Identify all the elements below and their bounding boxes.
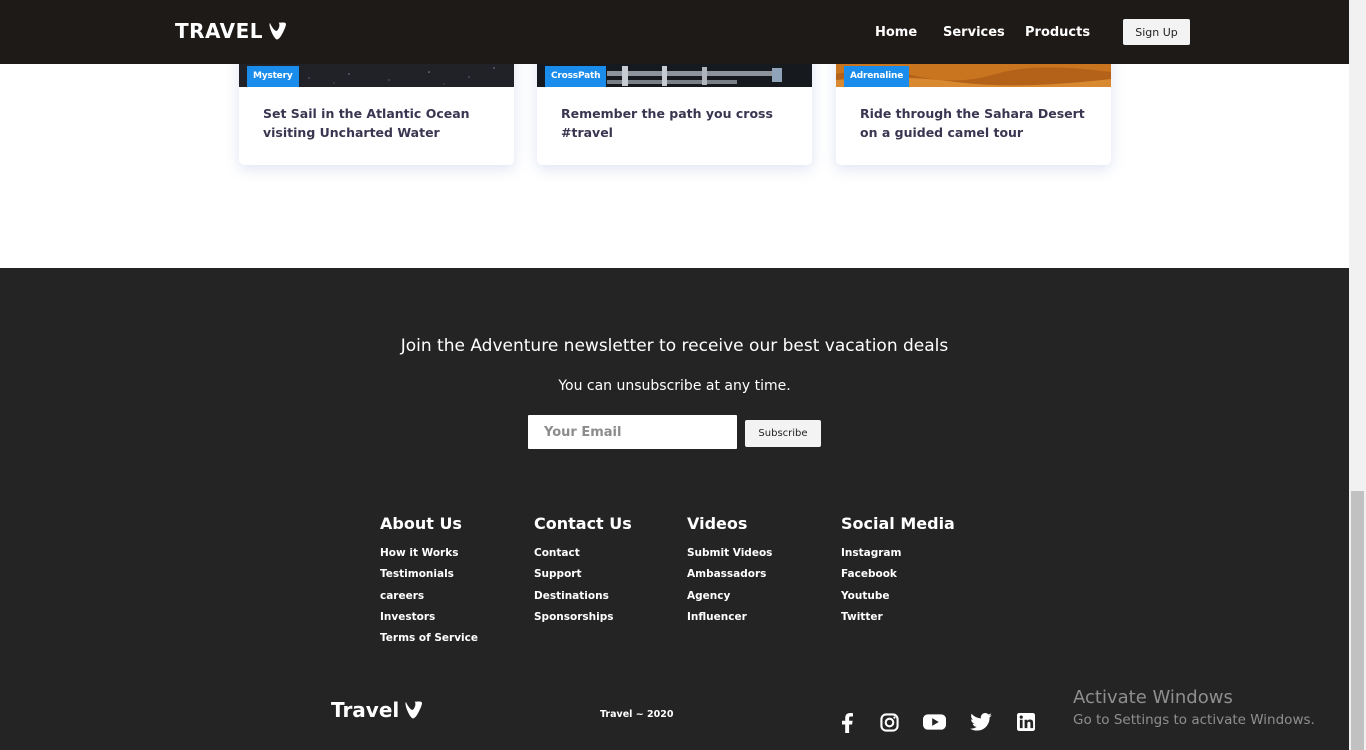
footer-link-testimonials[interactable]: Testimonials — [380, 564, 478, 585]
footer-link-support[interactable]: Support — [534, 564, 632, 585]
newsletter-heading: Join the Adventure newsletter to receive… — [400, 336, 949, 356]
brand-name: TRAVEL — [175, 19, 264, 43]
sign-up-button[interactable]: Sign Up — [1123, 19, 1190, 45]
footer-brand-name: Travel — [331, 698, 400, 722]
nav-services-link[interactable]: Services — [943, 25, 1005, 40]
footer-link-facebook[interactable]: Facebook — [841, 564, 955, 585]
footer-link-contact[interactable]: Contact — [534, 543, 632, 564]
card-title[interactable]: Remember the path you cross #travel — [561, 104, 801, 142]
linkedin-icon[interactable] — [1017, 713, 1035, 731]
footer-column-title: About Us — [380, 514, 462, 533]
subscribe-button[interactable]: Subscribe — [745, 420, 821, 447]
activation-subtitle: Go to Settings to activate Windows. — [1073, 712, 1315, 728]
footer-link-ambassadors[interactable]: Ambassadors — [687, 564, 772, 585]
typo3-logo-icon — [405, 701, 423, 719]
card-title[interactable]: Ride through the Sahara Desert on a guid… — [860, 104, 1100, 142]
footer-link-youtube[interactable]: Youtube — [841, 586, 955, 607]
footer-link-sponsorships[interactable]: Sponsorships — [534, 607, 632, 628]
page-scrollbar[interactable] — [1349, 0, 1366, 750]
brand-logo[interactable]: TRAVEL — [175, 19, 288, 43]
footer-link-investors[interactable]: Investors — [380, 607, 478, 628]
footer-column-title: Social Media — [841, 514, 955, 533]
top-navbar: TRAVEL Home Services Products Sign Up — [0, 0, 1349, 64]
category-badge: Adrenaline — [844, 66, 910, 87]
footer-link-terms[interactable]: Terms of Service — [380, 628, 478, 649]
footer-link-twitter[interactable]: Twitter — [841, 607, 955, 628]
footer-brand-logo[interactable]: Travel — [331, 698, 424, 722]
footer-link-how-it-works[interactable]: How it Works — [380, 543, 478, 564]
windows-activation-watermark: Activate Windows Go to Settings to activ… — [1073, 687, 1315, 728]
footer-column-title: Videos — [687, 514, 748, 533]
footer-column-videos: Videos Submit Videos Ambassadors Agency … — [687, 514, 772, 628]
nav-products-link[interactable]: Products — [1025, 25, 1090, 40]
footer-link-influencer[interactable]: Influencer — [687, 607, 772, 628]
facebook-icon[interactable] — [840, 713, 856, 733]
card-title[interactable]: Set Sail in the Atlantic Ocean visiting … — [263, 104, 503, 142]
footer-link-destinations[interactable]: Destinations — [534, 586, 632, 607]
category-badge: Mystery — [247, 66, 299, 87]
nav-home-link[interactable]: Home — [875, 25, 917, 40]
footer-column-social: Social Media Instagram Facebook Youtube … — [841, 514, 955, 628]
footer-column-title: Contact Us — [534, 514, 632, 533]
category-badge: CrossPath — [545, 66, 607, 87]
email-input[interactable] — [528, 415, 737, 449]
scrollbar-thumb[interactable] — [1351, 491, 1364, 750]
instagram-icon[interactable] — [880, 713, 899, 732]
twitter-icon[interactable] — [970, 713, 992, 731]
footer-link-submit-videos[interactable]: Submit Videos — [687, 543, 772, 564]
footer-column-about: About Us How it Works Testimonials caree… — [380, 514, 478, 649]
footer-link-instagram[interactable]: Instagram — [841, 543, 955, 564]
site-footer: Join the Adventure newsletter to receive… — [0, 268, 1349, 750]
footer-link-agency[interactable]: Agency — [687, 586, 772, 607]
activation-title: Activate Windows — [1073, 687, 1233, 708]
footer-link-careers[interactable]: careers — [380, 586, 478, 607]
youtube-icon[interactable] — [923, 713, 946, 731]
footer-column-contact: Contact Us Contact Support Destinations … — [534, 514, 632, 628]
typo3-logo-icon — [269, 22, 287, 40]
copyright-text: Travel ~ 2020 — [600, 709, 674, 720]
newsletter-subtext: You can unsubscribe at any time. — [558, 378, 791, 394]
